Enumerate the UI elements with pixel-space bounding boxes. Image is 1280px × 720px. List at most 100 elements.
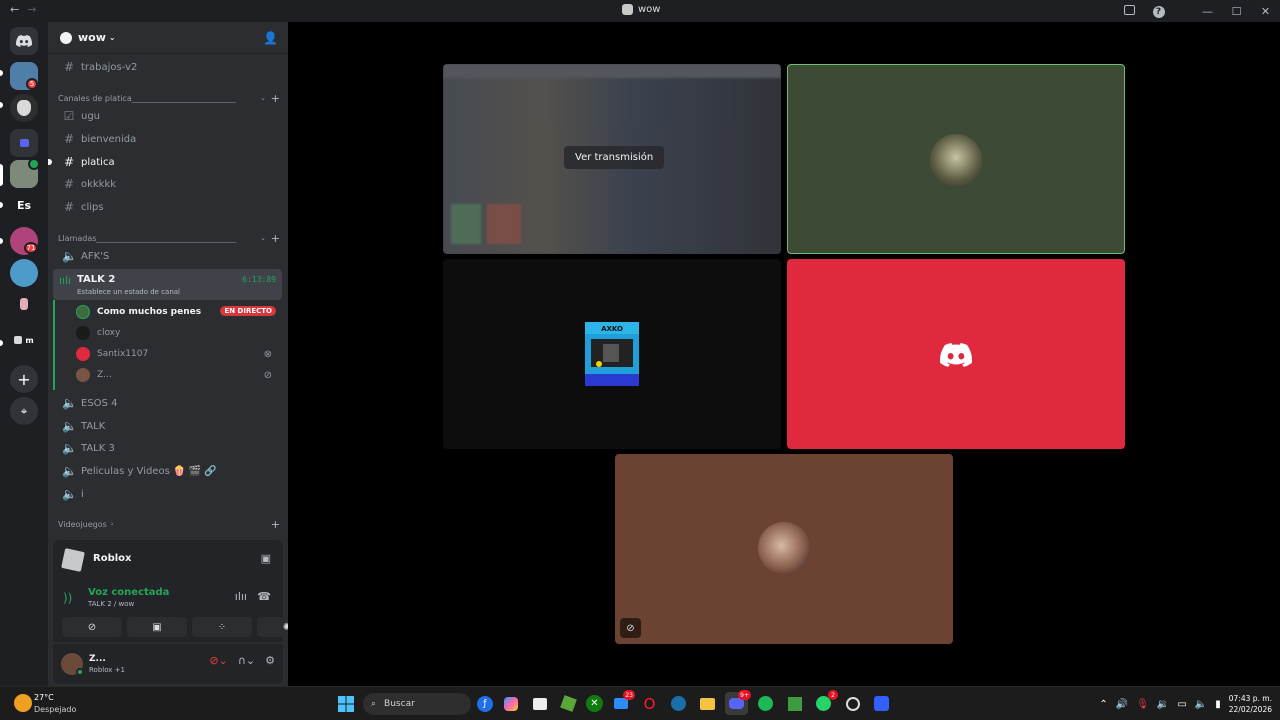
channel-label: TALK — [81, 420, 106, 432]
category-platica[interactable]: Canales de platica______________________… — [58, 91, 280, 105]
signal-icon[interactable]: )) — [63, 591, 72, 605]
server-icon-2[interactable] — [10, 94, 38, 122]
rtc-action-buttons: ⊘ ▣ ⁘ ✺ — [62, 617, 317, 637]
discord-taskbar-icon[interactable]: 9+ — [725, 690, 751, 715]
weather-icon[interactable] — [14, 694, 32, 712]
voice-channel-peliculas[interactable]: 🔈 Peliculas y Videos 🍿 🎬 🔗 — [56, 461, 282, 481]
weather-condition[interactable]: Despejado — [34, 705, 76, 714]
user-controls: ⊘⌄ ∩⌄ ⚙ — [209, 654, 275, 667]
mute-mic-icon[interactable]: ⊘⌄ — [209, 654, 227, 667]
discord-home-button[interactable] — [10, 27, 38, 55]
microphone-icon[interactable]: 🎙 — [1136, 699, 1149, 710]
server-icon-5[interactable] — [10, 259, 38, 287]
xbox-icon[interactable]: ✕ — [586, 695, 603, 712]
forward-arrow-icon[interactable]: → — [27, 3, 36, 16]
add-server-button[interactable]: + — [10, 365, 38, 393]
volume-icon[interactable]: 🔉 — [1157, 699, 1169, 710]
voice-member[interactable]: Z... ⊘ — [76, 365, 282, 385]
gear-icon[interactable]: ⚙ — [265, 654, 275, 667]
stream-screen-icon[interactable]: ▣ — [261, 552, 271, 565]
network-icon[interactable]: ▭ — [1177, 699, 1186, 710]
channel-status-text[interactable]: Establece un estado de canal — [77, 288, 180, 296]
voice-channel-talk3[interactable]: 🔈 TALK 3 — [56, 438, 282, 458]
voice-channel-talk[interactable]: 🔈 TALK — [56, 416, 282, 436]
edge-icon[interactable]: ƒ — [477, 695, 493, 712]
maximize-button[interactable]: ☐ — [1222, 5, 1251, 18]
participant-tile[interactable] — [787, 64, 1125, 254]
roblox-taskbar-icon[interactable] — [870, 692, 893, 715]
temperature[interactable]: 27°C — [34, 693, 54, 702]
chevron-up-icon[interactable]: ⌃ — [1099, 699, 1107, 710]
window-controls: ? — ☐ ✕ — [1115, 0, 1280, 22]
participant-tile[interactable]: AXKO — [443, 259, 781, 449]
online-status-icon — [76, 668, 84, 676]
voice-member[interactable]: Santix1107 ⊗ — [76, 344, 282, 364]
category-videojuegos[interactable]: Videojuegos › + — [58, 517, 280, 531]
add-channel-icon[interactable]: + — [271, 518, 280, 531]
help-button[interactable]: ? — [1144, 4, 1173, 18]
voice-channel-path[interactable]: TALK 2 / wow — [88, 600, 134, 608]
participant-tile[interactable] — [787, 259, 1125, 449]
channel-ugu[interactable]: ☑ ugu — [56, 106, 282, 126]
live-badge: EN DIRECTO — [220, 306, 276, 316]
windows-start-icon[interactable] — [334, 692, 357, 715]
activities-button[interactable]: ⁘ — [192, 617, 252, 637]
channel-okkkkk[interactable]: # okkkkk — [56, 174, 282, 194]
inbox-icon — [1124, 4, 1135, 15]
disconnect-icon[interactable]: ☎ — [257, 590, 271, 603]
taskbar-search[interactable]: ⌕ Buscar — [363, 692, 471, 715]
steam-icon[interactable] — [667, 692, 690, 715]
voice-channel-afk[interactable]: 🔈 AFK'S — [56, 246, 282, 266]
taskbar-clock[interactable]: 07:43 p. m. 22/02/2026 — [1229, 693, 1272, 715]
channel-platica[interactable]: # platica — [48, 152, 282, 172]
chatgpt-icon[interactable] — [841, 692, 864, 715]
server-icon-m[interactable]: m — [10, 326, 38, 354]
add-channel-icon[interactable]: + — [271, 232, 280, 245]
voice-channel-i[interactable]: 🔈 i — [56, 484, 282, 504]
camera-off-button[interactable]: ⊘ — [62, 617, 122, 637]
screen-share-button[interactable]: ▣ — [127, 617, 187, 637]
speaker-icon[interactable]: 🔈 — [1195, 699, 1207, 710]
participant-tile[interactable]: ⊘ — [615, 454, 953, 644]
category-llamadas[interactable]: Llamadas________________________________… — [58, 231, 280, 245]
explore-servers-button[interactable]: ⌖ — [10, 397, 38, 425]
close-button[interactable]: ✕ — [1251, 5, 1280, 18]
minecraft-icon[interactable] — [557, 692, 580, 715]
spotify-icon[interactable] — [754, 692, 777, 715]
file-explorer-icon[interactable] — [696, 692, 719, 715]
server-icon-6[interactable] — [10, 290, 38, 318]
minecraft-launcher-icon[interactable] — [783, 692, 806, 715]
voice-channel-talk2[interactable]: ıılı TALK 2 Establece un estado de canal… — [53, 269, 282, 300]
voice-member[interactable]: cloxy — [76, 323, 282, 343]
voice-member[interactable]: Como muchos penes EN DIRECTO — [76, 302, 282, 322]
add-channel-icon[interactable]: + — [271, 92, 280, 105]
voice-channel-label: TALK 2 — [77, 274, 116, 285]
copilot-icon[interactable] — [499, 692, 522, 715]
channel-clips[interactable]: # clips — [56, 197, 282, 217]
mail-icon[interactable]: 23 — [609, 690, 635, 715]
whatsapp-icon[interactable]: 2 — [812, 690, 838, 715]
hash-icon: # — [63, 177, 75, 191]
battery-icon[interactable]: ▮ — [1215, 699, 1221, 710]
back-arrow-icon[interactable]: ← — [10, 3, 19, 16]
server-es[interactable]: Es — [10, 191, 38, 219]
guild-header[interactable]: wow ⌄ 👤 — [48, 22, 288, 54]
channel-trabajos-v2[interactable]: # trabajos-v2 — [56, 57, 282, 77]
voice-connected-label[interactable]: Voz conectada — [88, 587, 169, 598]
speaker-icon: 🔈 — [62, 419, 77, 433]
live-indicator-icon — [28, 158, 40, 170]
headphones-icon[interactable]: ∩⌄ — [238, 654, 255, 667]
store-icon[interactable] — [528, 692, 551, 715]
stream-tile[interactable]: Ver transmisión — [443, 64, 781, 254]
noise-suppression-icon[interactable]: ılıı — [235, 590, 247, 603]
folder-icon[interactable] — [10, 129, 38, 157]
muted-mic-icon: ⊘ — [263, 369, 272, 381]
opera-icon[interactable]: O — [638, 692, 661, 715]
invite-people-icon[interactable]: 👤 — [263, 31, 278, 45]
minimize-button[interactable]: — — [1193, 5, 1222, 18]
view-stream-button[interactable]: Ver transmisión — [564, 146, 665, 169]
voice-channel-esos4[interactable]: 🔈 ESOS 4 — [56, 393, 282, 413]
channel-bienvenida[interactable]: # bienvenida — [56, 129, 282, 149]
inbox-button[interactable] — [1115, 4, 1144, 18]
volume-icon[interactable]: 🔊 — [1116, 699, 1128, 710]
